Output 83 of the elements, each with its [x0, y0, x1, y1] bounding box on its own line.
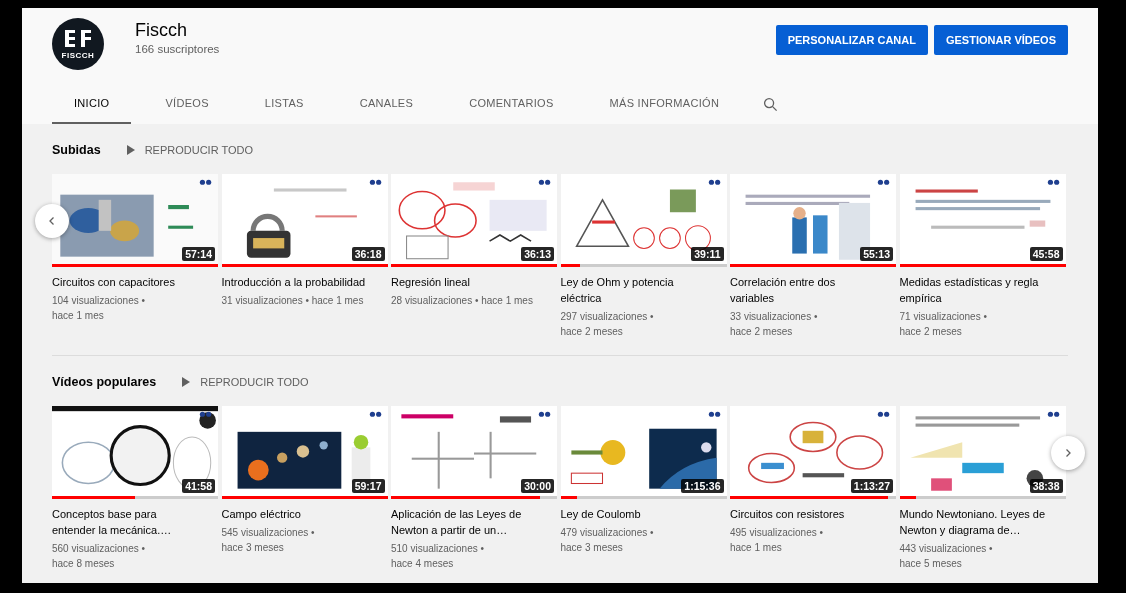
tab[interactable]: MÁS INFORMACIÓN	[587, 84, 742, 124]
view-count: 443 visualizaciones •	[899, 543, 993, 554]
video-title[interactable]: Regresión lineal	[391, 274, 557, 290]
view-count: 28 visualizaciones •	[391, 295, 479, 306]
video-title[interactable]: Campo eléctrico	[221, 506, 388, 522]
channel-avatar[interactable]: FISCCH	[52, 18, 104, 70]
view-count: 495 visualizaciones •	[730, 527, 823, 538]
video-title[interactable]: Circuitos con resistores	[730, 506, 896, 522]
tab[interactable]: INICIO	[52, 84, 132, 124]
video-thumbnail[interactable]: 39:11	[560, 174, 727, 267]
video-thumbnail[interactable]: 1:13:27	[730, 406, 896, 499]
video-title[interactable]: Conceptos base para entender la mecánica.…	[52, 506, 218, 538]
view-count: 71 visualizaciones •	[899, 311, 987, 322]
tab[interactable]: LISTAS	[242, 84, 326, 124]
search-icon[interactable]	[763, 96, 779, 112]
view-count: 33 visualizaciones •	[730, 311, 818, 322]
upload-age: hace 2 meses	[560, 326, 623, 337]
upload-age: hace 1 mes	[481, 295, 533, 306]
tab[interactable]: CANALES	[337, 84, 436, 124]
upload-age: hace 2 meses	[730, 326, 793, 337]
view-count: 545 visualizaciones •	[221, 527, 315, 538]
view-count: 297 visualizaciones •	[560, 311, 654, 322]
upload-age: hace 5 meses	[899, 558, 962, 569]
channel-button[interactable]: PERSONALIZAR CANAL	[775, 25, 928, 55]
upload-age: hace 3 meses	[221, 542, 284, 553]
duration-badge: 30:00	[521, 479, 554, 493]
play-all-button[interactable]: REPRODUCIR TODO	[126, 144, 253, 156]
tab[interactable]: VÍDEOS	[143, 84, 231, 124]
view-count: 479 visualizaciones •	[560, 527, 654, 538]
video-title[interactable]: Aplicación de las Leyes de Newton a partir de un…	[391, 506, 557, 538]
section-title: Subidas	[52, 143, 101, 157]
duration-badge: 36:13	[521, 247, 554, 261]
upload-age: hace 1 mes	[730, 542, 782, 553]
upload-age: hace 1 mes	[311, 295, 364, 306]
upload-age: hace 2 meses	[899, 326, 962, 337]
video-title[interactable]: Ley de Ohm y potencia eléctrica	[560, 274, 727, 306]
video-title[interactable]: Correlación entre dos variables	[730, 274, 896, 306]
previous-button[interactable]	[35, 204, 69, 238]
play-icon	[126, 145, 135, 155]
channel-button[interactable]: GESTIONAR VÍDEOS	[933, 25, 1068, 55]
subscriber-count: 166 suscriptores	[135, 42, 220, 55]
view-count: 104 visualizaciones •	[52, 295, 145, 306]
upload-age: hace 4 meses	[391, 558, 454, 569]
video-title[interactable]: Introducción a la probabilidad	[221, 274, 388, 290]
video-thumbnail[interactable]: 57:14	[52, 174, 218, 267]
tab[interactable]: COMENTARIOS	[447, 84, 576, 124]
video-thumbnail[interactable]: 55:13	[730, 174, 896, 267]
chevron-left-icon	[47, 216, 57, 226]
duration-badge: 55:13	[860, 247, 893, 261]
section-title: Vídeos populares	[52, 375, 157, 389]
view-count: 560 visualizaciones •	[52, 543, 145, 554]
upload-age: hace 1 mes	[52, 310, 104, 321]
video-title[interactable]: Medidas estadísticas y regla empírica	[899, 274, 1066, 306]
view-count: 510 visualizaciones •	[391, 543, 484, 554]
play-all-button[interactable]: REPRODUCIR TODO	[182, 376, 309, 388]
video-thumbnail[interactable]: 36:18	[221, 174, 388, 267]
view-count: 31 visualizaciones •	[221, 295, 309, 306]
duration-badge: 39:11	[691, 247, 724, 261]
duration-badge: 1:13:27	[850, 479, 893, 493]
video-thumbnail[interactable]: 38:38	[899, 406, 1066, 499]
upload-age: hace 3 meses	[560, 542, 623, 553]
video-thumbnail[interactable]: 41:58	[52, 406, 218, 499]
duration-badge: 59:17	[351, 479, 385, 493]
duration-badge: 57:14	[182, 247, 215, 261]
duration-badge: 38:38	[1029, 479, 1063, 493]
logo-mark-icon	[63, 28, 93, 49]
video-title[interactable]: Mundo Newtoniano. Leyes de Newton y diagrama de…	[899, 506, 1066, 538]
video-thumbnail[interactable]: 30:00	[391, 406, 557, 499]
logo-text: FISCCH	[61, 50, 95, 60]
duration-badge: 45:58	[1029, 247, 1063, 261]
chevron-right-icon	[1063, 448, 1073, 458]
duration-badge: 1:15:36	[681, 479, 724, 493]
duration-badge: 36:18	[351, 247, 385, 261]
duration-badge: 41:58	[182, 479, 215, 493]
video-thumbnail[interactable]: 1:15:36	[560, 406, 727, 499]
video-thumbnail[interactable]: 36:13	[391, 174, 557, 267]
video-title[interactable]: Ley de Coulomb	[560, 506, 727, 522]
upload-age: hace 8 meses	[52, 558, 115, 569]
video-thumbnail[interactable]: 59:17	[221, 406, 388, 499]
video-title[interactable]: Circuitos con capacitores	[52, 274, 218, 290]
channel-name: Fiscch	[135, 19, 188, 41]
play-icon	[182, 377, 191, 387]
video-thumbnail[interactable]: 45:58	[899, 174, 1066, 267]
